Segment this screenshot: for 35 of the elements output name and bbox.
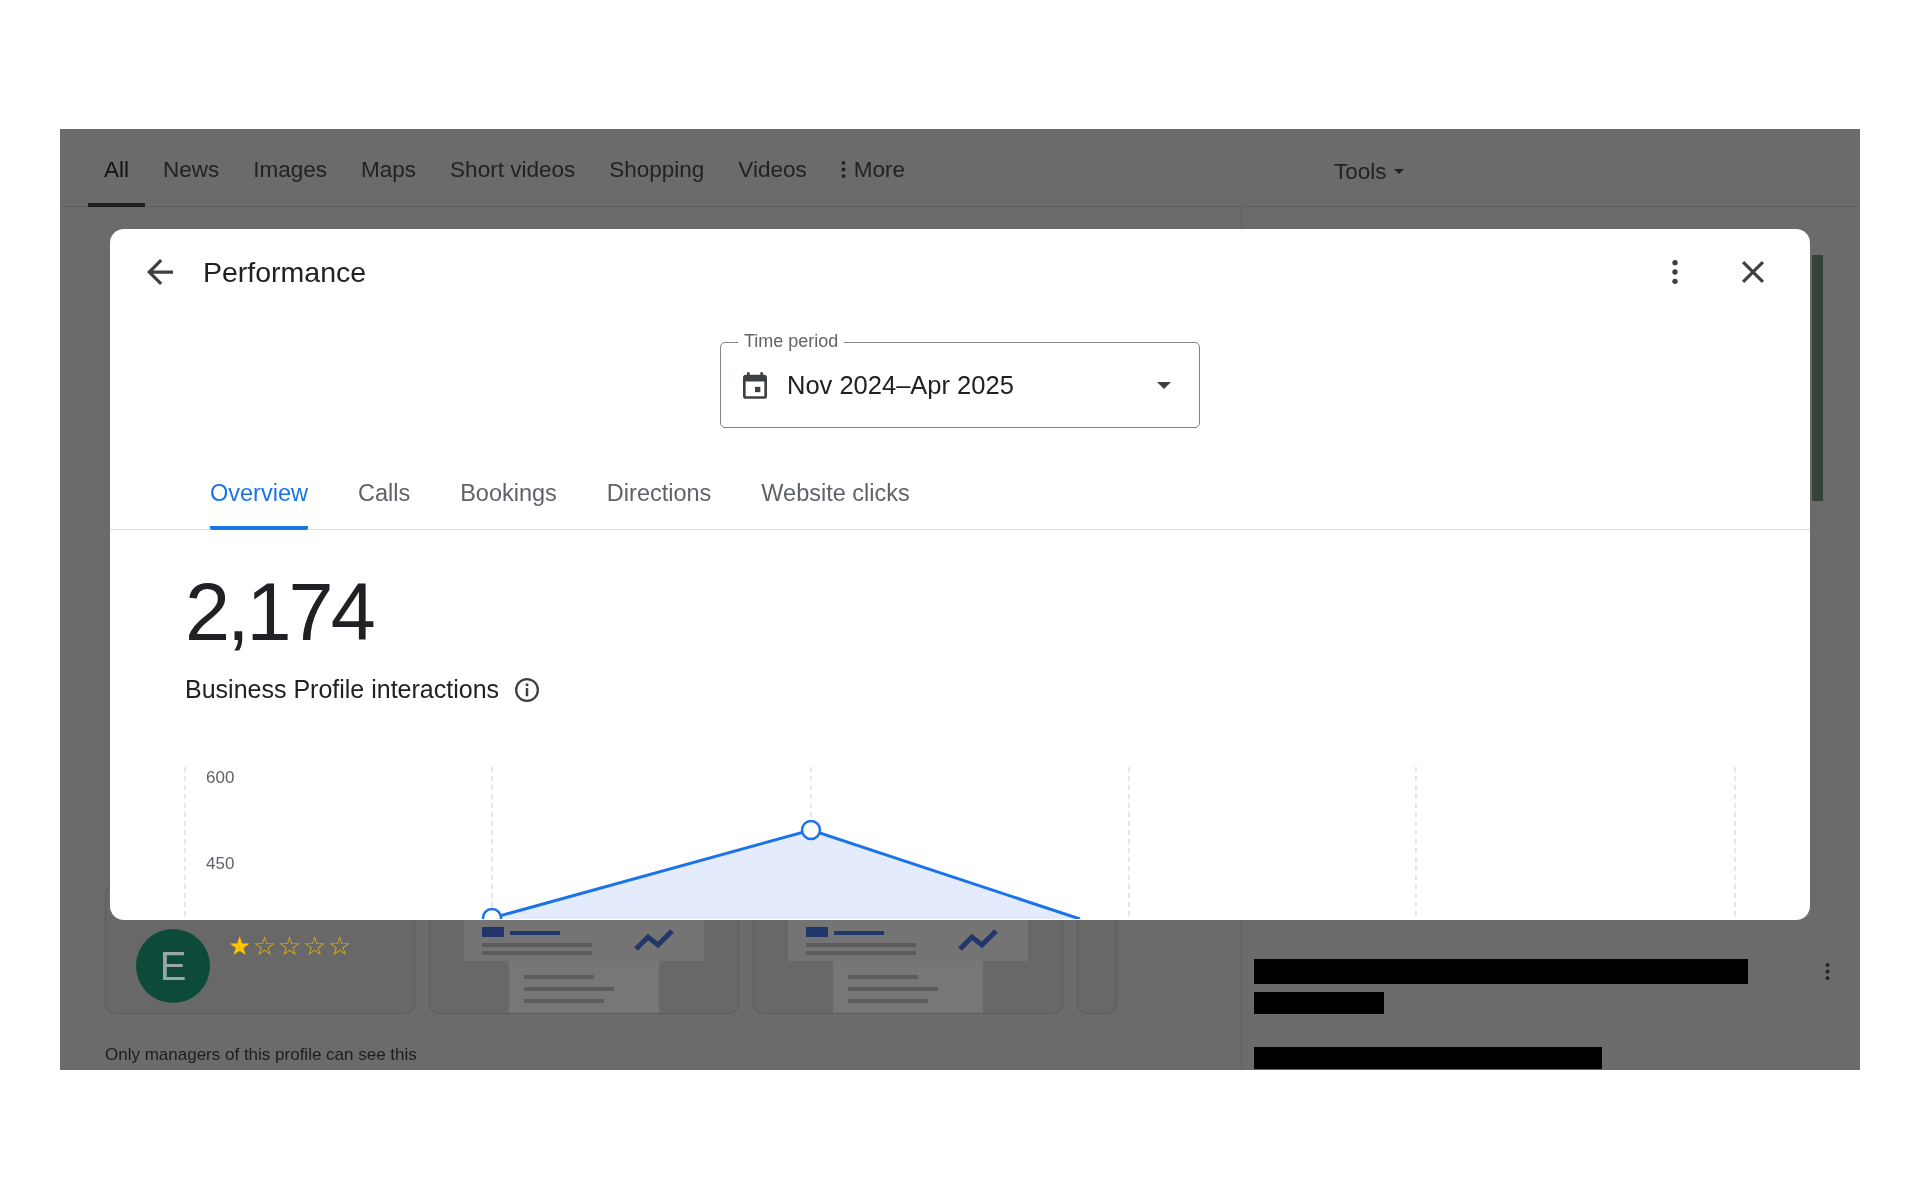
tab[interactable]: Website clicks — [761, 478, 910, 530]
calendar-icon — [743, 371, 767, 399]
search-tab[interactable]: Shopping — [593, 129, 721, 207]
close-icon[interactable] — [1742, 261, 1764, 283]
star-icon: ☆ — [328, 931, 351, 961]
avatar: E — [136, 929, 210, 1003]
total-value: 2,174 — [185, 567, 375, 657]
field-value: Nov 2024–Apr 2025 — [787, 370, 1015, 400]
star-icon: ☆ — [303, 931, 326, 961]
search-tab[interactable]: Images — [237, 129, 344, 207]
metric-label: Business Profile interactions — [185, 675, 500, 704]
axis-tick-label: 600 — [206, 768, 235, 787]
search-tab[interactable]: Maps — [345, 129, 433, 207]
search-tab[interactable]: Videos — [722, 129, 823, 207]
tab[interactable]: Bookings — [460, 478, 557, 530]
caret-icon — [1394, 169, 1405, 174]
tools-button[interactable]: Tools — [1333, 150, 1405, 185]
star-icon: ☆ — [278, 931, 301, 961]
tab[interactable]: Directions — [606, 478, 712, 530]
search-tab[interactable]: Short videos — [434, 129, 592, 207]
dialog-title: Performance — [203, 255, 368, 289]
info-icon[interactable] — [515, 677, 540, 702]
dropdown-caret-icon — [1157, 381, 1171, 389]
more-vert-icon[interactable] — [1672, 260, 1678, 284]
tab[interactable]: Overview — [210, 478, 308, 530]
back-arrow-icon[interactable] — [147, 259, 173, 285]
tab[interactable]: Calls — [357, 478, 411, 530]
more-vert-icon — [840, 161, 846, 178]
star-icon: ☆ — [253, 931, 276, 961]
search-tab[interactable]: News — [147, 129, 236, 207]
search-tab[interactable]: All — [88, 129, 145, 207]
axis-tick-label: 450 — [206, 854, 235, 873]
search-tab[interactable]: More — [824, 129, 921, 207]
note-text: Only managers of this profile can see this — [105, 1045, 418, 1065]
star-icon: ★ — [228, 931, 251, 961]
